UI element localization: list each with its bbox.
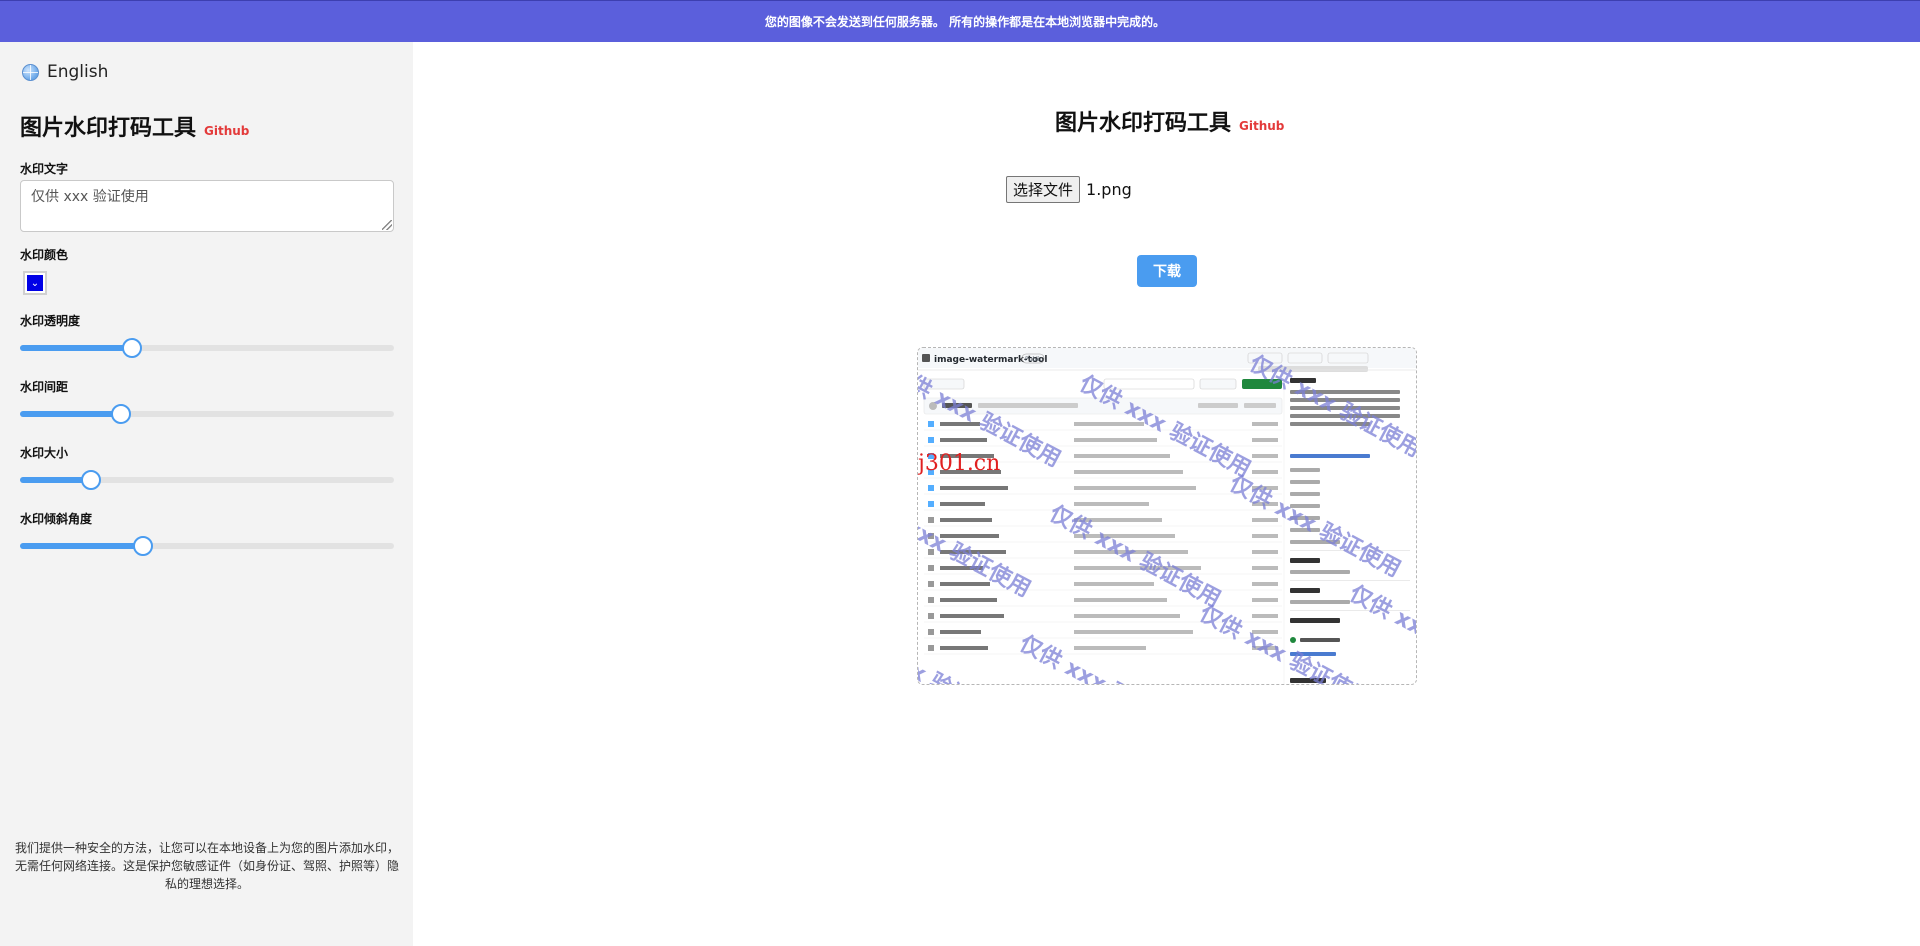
watermark-size-slider[interactable] — [20, 470, 394, 490]
overlay-site-text: j301.cn — [918, 451, 1000, 476]
download-button[interactable]: 下载 — [1137, 255, 1197, 287]
repo-visibility: Public — [1025, 356, 1043, 363]
watermark-spacing-slider[interactable] — [20, 404, 394, 424]
slider-fill — [20, 543, 144, 549]
main-title-row: 图片水印打码工具 Github — [1055, 105, 1284, 137]
preview-image: image-watermark-tool Public 仅供 xxx 验证使用 … — [918, 348, 1416, 684]
sidebar-title-row: 图片水印打码工具 Github — [20, 110, 249, 142]
watermark-text-label: 水印文字 — [20, 162, 69, 176]
globe-icon — [22, 63, 39, 81]
main-github-link[interactable]: Github — [1239, 119, 1284, 133]
sidebar-github-link[interactable]: Github — [204, 124, 249, 138]
watermark-preview: image-watermark-tool Public 仅供 xxx 验证使用 … — [917, 347, 1417, 685]
watermark-spacing-label: 水印间距 — [20, 380, 69, 394]
slider-fill — [20, 411, 121, 417]
sidebar-title: 图片水印打码工具 — [20, 116, 197, 141]
choose-file-button[interactable]: 选择文件 — [1006, 176, 1081, 203]
resize-grip-icon[interactable] — [382, 220, 392, 230]
file-picker: 选择文件 1.png — [1006, 176, 1132, 203]
slider-fill — [20, 345, 133, 351]
watermark-opacity-label: 水印透明度 — [20, 314, 81, 328]
color-swatch-fill: ⌄ — [27, 275, 43, 291]
language-switcher[interactable]: English — [22, 62, 108, 82]
privacy-banner: 您的图像不会发送到任何服务器。 所有的操作都是在本地浏览器中完成的。 — [0, 0, 1920, 42]
watermark-opacity-slider[interactable] — [20, 338, 394, 358]
slider-thumb[interactable] — [81, 470, 102, 490]
slider-thumb[interactable] — [122, 338, 143, 358]
watermark-color-label: 水印颜色 — [20, 248, 69, 262]
chevron-down-icon: ⌄ — [30, 277, 40, 289]
watermark-text-input[interactable]: 仅供 xxx 验证使用 — [20, 180, 394, 232]
watermark-angle-slider[interactable] — [20, 536, 394, 556]
language-label: English — [47, 62, 109, 82]
watermark-size-label: 水印大小 — [20, 446, 69, 460]
slider-thumb[interactable] — [133, 536, 154, 556]
settings-sidebar: English 图片水印打码工具 Github 水印文字 仅供 xxx 验证使用… — [0, 42, 413, 946]
selected-file-name: 1.png — [1086, 180, 1132, 199]
watermark-angle-label: 水印倾斜角度 — [20, 512, 93, 526]
privacy-banner-text: 您的图像不会发送到任何服务器。 所有的操作都是在本地浏览器中完成的。 — [764, 15, 1166, 29]
main-title: 图片水印打码工具 — [1055, 111, 1232, 136]
watermark-color-picker[interactable]: ⌄ — [23, 271, 47, 295]
slider-thumb[interactable] — [110, 404, 131, 424]
privacy-footer-note: 我们提供一种安全的方法，让您可以在本地设备上为您的图片添加水印，无需任何网络连接… — [14, 841, 399, 891]
